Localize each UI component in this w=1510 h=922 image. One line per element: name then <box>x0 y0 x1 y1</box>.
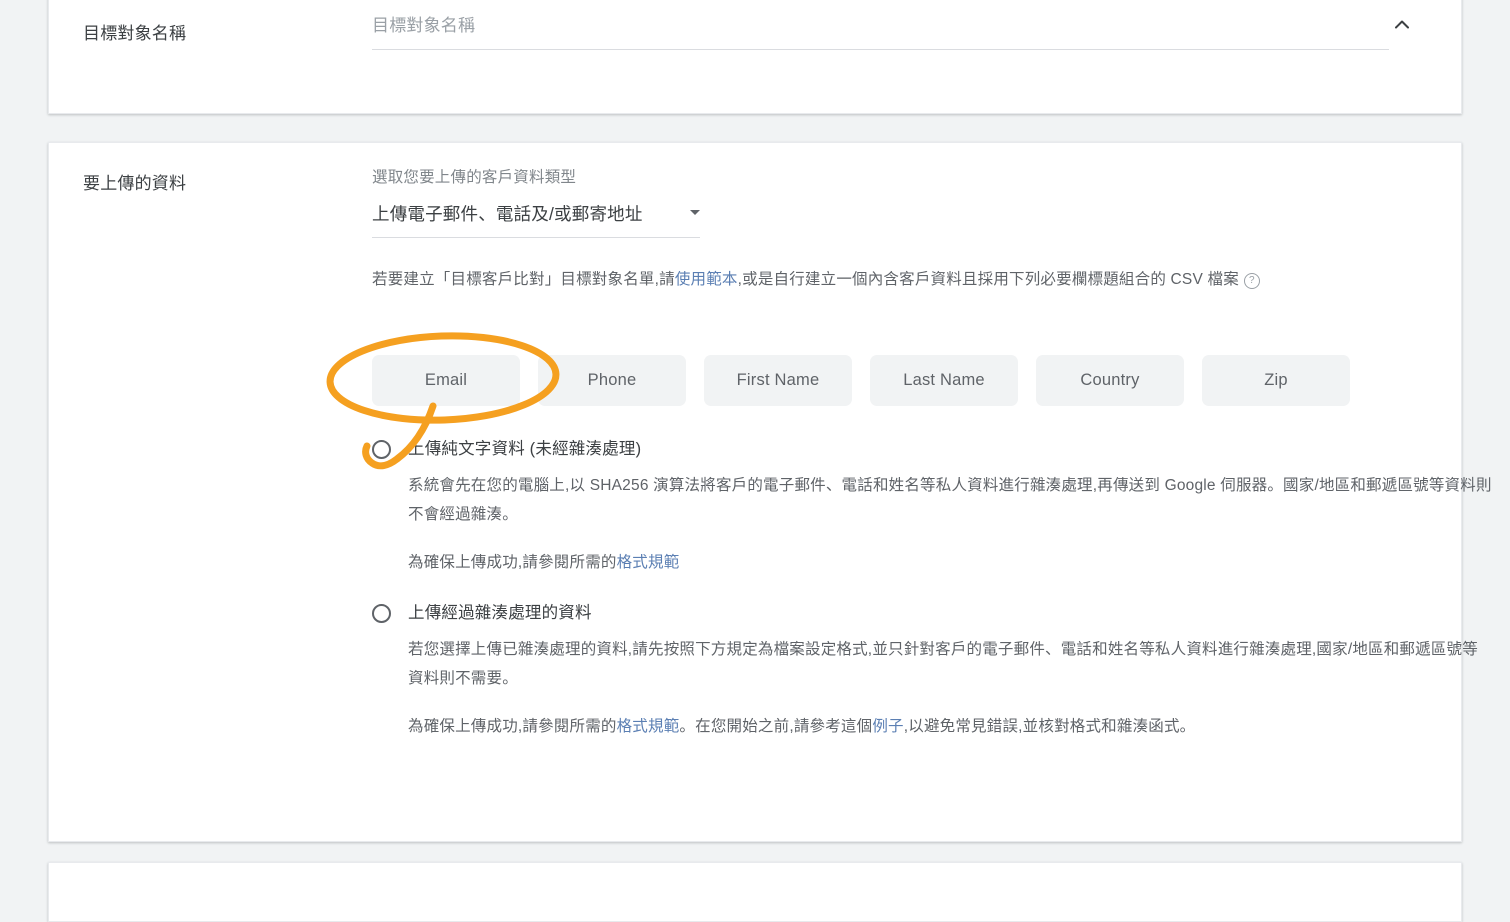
description-part1: 若要建立「目標客戶比對」目標對象名單,請 <box>372 271 675 288</box>
use-template-link[interactable]: 使用範本 <box>675 271 738 288</box>
option-plain-text-paragraph-2: 為確保上傳成功,請參閱所需的格式規範 <box>408 548 1492 577</box>
radio-plain-text[interactable] <box>372 440 391 459</box>
option-hashed[interactable]: 上傳經過雜湊處理的資料 若您選擇上傳已雜湊處理的資料,請先按照下方規定為檔案設定… <box>372 603 1492 741</box>
option-plain-text-paragraph-1: 系統會先在您的電腦上,以 SHA256 演算法將客戶的電子郵件、電話和姓名等私人… <box>408 477 1492 523</box>
data-type-select[interactable]: 上傳電子郵件、電話及/或郵寄地址 <box>372 201 700 238</box>
option-hashed-paragraph-1: 若您選擇上傳已雜湊處理的資料,請先按照下方規定為檔案設定格式,並只針對客戶的電子… <box>408 641 1478 687</box>
option-hashed-body: 若您選擇上傳已雜湊處理的資料,請先按照下方規定為檔案設定格式,並只針對客戶的電子… <box>408 635 1492 741</box>
audience-name-placeholder: 目標對象名稱 <box>372 16 476 35</box>
input-underline <box>372 49 1389 50</box>
hashed-format-mid: 。在您開始之前,請參考這個 <box>679 718 873 735</box>
format-spec-pre: 為確保上傳成功,請參閱所需的 <box>408 554 617 571</box>
option-hashed-title: 上傳經過雜湊處理的資料 <box>408 604 592 622</box>
option-plain-text-header[interactable]: 上傳純文字資料 (未經雜湊處理) <box>372 439 1492 460</box>
hashed-format-pre: 為確保上傳成功,請參閱所需的 <box>408 718 617 735</box>
upload-description: 若要建立「目標客戶比對」目標對象名單,請使用範本,或是自行建立一個內含客戶資料且… <box>372 265 1462 294</box>
audience-name-label: 目標對象名稱 <box>83 24 187 43</box>
option-hashed-header[interactable]: 上傳經過雜湊處理的資料 <box>372 603 1492 624</box>
data-type-hint: 選取您要上傳的客戶資料類型 <box>372 169 577 186</box>
hashed-format-spec-link[interactable]: 格式規範 <box>617 718 680 735</box>
chip-phone[interactable]: Phone <box>538 355 686 406</box>
chip-email[interactable]: Email <box>372 355 520 406</box>
format-spec-link[interactable]: 格式規範 <box>617 554 680 571</box>
upload-data-card: 要上傳的資料 選取您要上傳的客戶資料類型 上傳電子郵件、電話及/或郵寄地址 若要… <box>48 142 1491 842</box>
option-plain-text-title: 上傳純文字資料 (未經雜湊處理) <box>408 440 642 458</box>
option-plain-text-body: 系統會先在您的電腦上,以 SHA256 演算法將客戶的電子郵件、電話和姓名等私人… <box>408 471 1492 577</box>
settings-page: 目標對象名稱 目標對象名稱 要上傳的資料 選取您要上傳的客戶資料類型 上傳電子郵… <box>0 0 1510 922</box>
option-plain-text[interactable]: 上傳純文字資料 (未經雜湊處理) 系統會先在您的電腦上,以 SHA256 演算法… <box>372 439 1492 577</box>
example-link[interactable]: 例子 <box>872 718 903 735</box>
next-section-card <box>48 862 1462 922</box>
chip-first-name[interactable]: First Name <box>704 355 852 406</box>
help-circle-icon[interactable]: ? <box>1243 273 1260 289</box>
required-column-chips: Email Phone First Name Last Name Country… <box>372 355 1350 406</box>
upload-data-label: 要上傳的資料 <box>83 174 187 193</box>
chevron-up-icon[interactable] <box>1391 14 1413 36</box>
chip-zip[interactable]: Zip <box>1202 355 1350 406</box>
audience-name-card: 目標對象名稱 目標對象名稱 <box>48 0 1462 114</box>
option-hashed-paragraph-2: 為確保上傳成功,請參閱所需的格式規範。在您開始之前,請參考這個例子,以避免常見錯… <box>408 712 1492 741</box>
description-part2: ,或是自行建立一個內含客戶資料且採用下列必要欄標題組合的 CSV 檔案 <box>737 271 1239 288</box>
select-underline <box>372 237 700 238</box>
audience-name-input[interactable]: 目標對象名稱 <box>372 11 1389 50</box>
hashed-format-post: ,以避免常見錯誤,並核對格式和雜湊函式。 <box>903 718 1196 735</box>
chip-country[interactable]: Country <box>1036 355 1184 406</box>
chip-last-name[interactable]: Last Name <box>870 355 1018 406</box>
radio-hashed[interactable] <box>372 604 391 623</box>
chevron-down-icon <box>690 210 700 215</box>
data-type-selected-value: 上傳電子郵件、電話及/或郵寄地址 <box>372 204 643 224</box>
